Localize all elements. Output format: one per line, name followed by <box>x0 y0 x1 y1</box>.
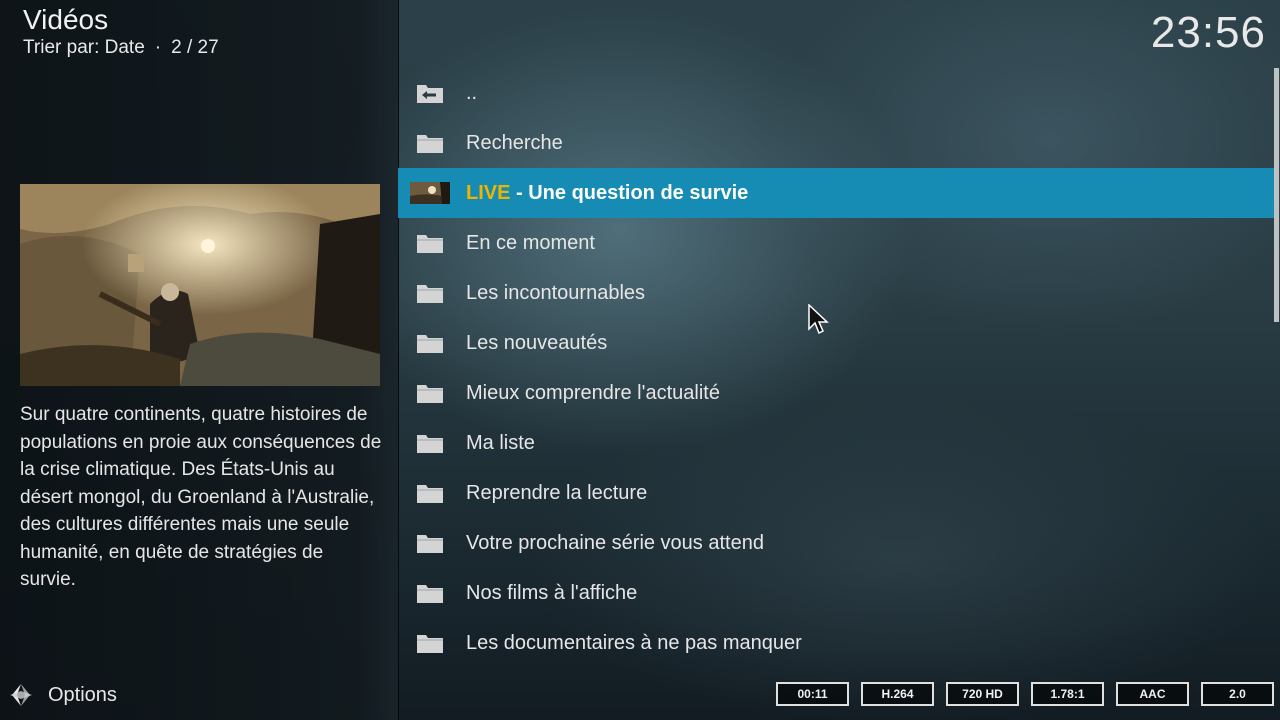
list-item-films[interactable]: Nos films à l'affiche <box>398 568 1274 618</box>
list-item-label: Votre prochaine série vous attend <box>466 531 764 554</box>
live-thumbnail-icon <box>410 182 450 204</box>
clock: 23:56 <box>1150 8 1266 57</box>
folder-icon <box>417 485 443 503</box>
folder-icon <box>417 385 443 403</box>
list-item-recherche[interactable]: Recherche <box>398 118 1274 168</box>
list-item-label: Ma liste <box>466 431 535 454</box>
list-item-label: Les incontournables <box>466 281 646 304</box>
audio-channels-badge: 2.0 <box>1201 682 1274 706</box>
folder-icon <box>417 635 443 653</box>
list-item-reprendre[interactable]: Reprendre la lecture <box>398 468 1274 518</box>
plot-description: Sur quatre continents, quatre histoires … <box>20 404 382 590</box>
media-list: .. Recherche LIVE - Une question de surv… <box>398 68 1274 668</box>
list-item-parent[interactable]: .. <box>398 68 1274 118</box>
list-item-live[interactable]: LIVE - Une question de survie <box>398 168 1274 218</box>
media-flags: 00:11 H.264 720 HD 1.78:1 AAC 2.0 <box>776 682 1274 706</box>
audio-codec-badge: AAC <box>1116 682 1189 706</box>
folder-icon <box>417 535 443 553</box>
sort-info: Trier par: Date · 2 / 27 <box>23 37 219 59</box>
list-item-label: En ce moment <box>466 231 595 254</box>
back-folder-icon <box>417 85 443 103</box>
list-item-nouveautes[interactable]: Les nouveautés <box>398 318 1274 368</box>
list-scrollbar[interactable] <box>1274 68 1279 322</box>
options-button[interactable]: Options <box>8 682 117 708</box>
list-item-label: Les documentaires à ne pas manquer <box>466 631 802 654</box>
separator: · <box>154 37 162 58</box>
folder-icon <box>417 235 443 253</box>
page-title: Vidéos <box>23 4 109 35</box>
mouse-pointer-icon <box>808 304 829 335</box>
list-item-prochaine-serie[interactable]: Votre prochaine série vous attend <box>398 518 1274 568</box>
list-item-label: Reprendre la lecture <box>466 481 648 504</box>
aspect-ratio-badge: 1.78:1 <box>1031 682 1104 706</box>
live-tag: LIVE <box>466 181 511 204</box>
item-position: 2 / 27 <box>171 37 219 58</box>
list-item-actualite[interactable]: Mieux comprendre l'actualité <box>398 368 1274 418</box>
folder-icon <box>417 585 443 603</box>
list-item-incontournables[interactable]: Les incontournables <box>398 268 1274 318</box>
list-item-label: LIVE - Une question de survie <box>466 182 748 205</box>
list-item-ma-liste[interactable]: Ma liste <box>398 418 1274 468</box>
list-item-label: Mieux comprendre l'actualité <box>466 381 720 404</box>
preview-thumbnail <box>20 184 380 386</box>
sort-label: Trier par: Date <box>23 37 145 58</box>
list-item-en-ce-moment[interactable]: En ce moment <box>398 218 1274 268</box>
resolution-badge: 720 HD <box>946 682 1019 706</box>
list-item-label: Recherche <box>466 131 563 154</box>
list-item-title: - Une question de survie <box>510 181 749 204</box>
folder-icon <box>417 435 443 453</box>
options-icon <box>10 684 32 706</box>
video-codec-badge: H.264 <box>861 682 934 706</box>
list-item-documentaires[interactable]: Les documentaires à ne pas manquer <box>398 618 1274 668</box>
folder-icon <box>417 135 443 153</box>
list-item-label: Les nouveautés <box>466 331 608 354</box>
folder-icon <box>417 285 443 303</box>
options-label: Options <box>48 683 117 706</box>
duration-badge: 00:11 <box>776 682 849 706</box>
folder-icon <box>417 335 443 353</box>
list-item-label: Nos films à l'affiche <box>466 581 638 604</box>
list-item-label: .. <box>466 81 478 104</box>
